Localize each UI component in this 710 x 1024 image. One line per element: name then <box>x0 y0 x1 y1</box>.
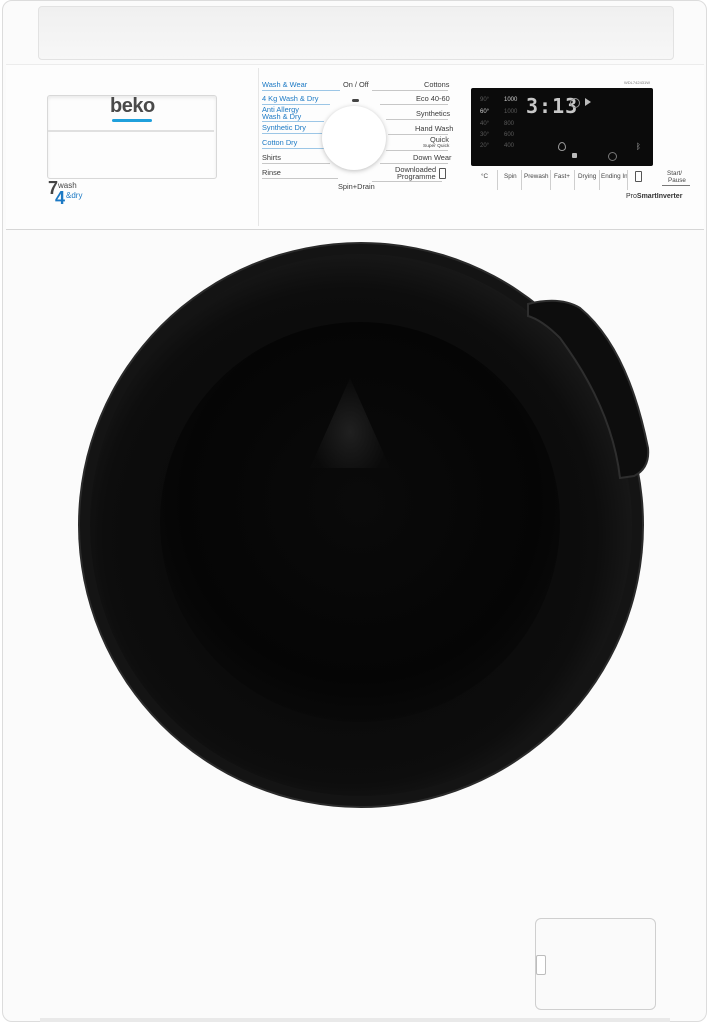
brand-logo: beko <box>110 95 155 117</box>
inverter-prefix: Pro <box>626 193 637 200</box>
programme-line <box>380 104 448 105</box>
programme-line <box>386 150 448 151</box>
programme-quick[interactable]: Quick <box>430 136 449 144</box>
programme-line <box>262 163 330 164</box>
temperature-button[interactable]: °C <box>481 173 488 180</box>
programme-line <box>372 90 448 91</box>
machine-base <box>40 1018 670 1022</box>
top-lid <box>38 6 674 60</box>
drop-icon <box>558 142 566 151</box>
door-glass <box>160 322 560 722</box>
power-icon <box>608 152 617 161</box>
ending-in-button[interactable]: Ending In <box>601 173 628 180</box>
spin-1000: 1000 <box>504 109 518 115</box>
programme-hand-wash[interactable]: Hand Wash <box>415 125 453 133</box>
programme-wash-and-wear[interactable]: Wash & Wear <box>262 81 307 89</box>
spin-drain-label: Spin+Drain <box>338 182 375 191</box>
wifi-icon <box>570 98 580 108</box>
programme-line <box>262 133 322 134</box>
bluetooth-icon: ᛒ <box>636 142 641 151</box>
button-separator <box>599 170 600 190</box>
on-off-label: On / Off <box>343 80 369 89</box>
programme-eco-40-60[interactable]: Eco 40-60 <box>416 95 450 103</box>
button-separator <box>521 170 522 190</box>
temp-30: 30° <box>480 132 490 138</box>
programme-line <box>262 90 340 91</box>
knob-indicator <box>352 99 359 102</box>
button-separator <box>574 170 575 190</box>
programme-synthetic-dry[interactable]: Synthetic Dry <box>262 124 306 132</box>
programme-line <box>262 121 324 122</box>
temp-20: 20° <box>480 143 490 149</box>
programme-shirts[interactable]: Shirts <box>262 154 281 162</box>
logo-swoosh <box>112 119 152 122</box>
dry-label: &dry <box>66 191 83 200</box>
fast-plus-button[interactable]: Fast+ <box>554 173 570 180</box>
play-icon <box>585 98 591 106</box>
dry-capacity: 4 <box>55 188 66 208</box>
programme-cottons[interactable]: Cottons <box>424 81 449 89</box>
model-number: WDL742431W <box>624 80 651 85</box>
start-pause-underline <box>662 185 690 186</box>
start-pause-button-sub[interactable]: Pause <box>668 177 686 184</box>
panel-divider <box>258 68 259 226</box>
filter-hatch[interactable] <box>535 918 656 1010</box>
drying-button[interactable]: Drying <box>578 173 596 180</box>
programme-rinse[interactable]: Rinse <box>262 169 281 177</box>
programme-synthetics[interactable]: Synthetics <box>416 110 450 118</box>
temp-60: 60° <box>480 109 490 115</box>
programme-downloaded-sub[interactable]: Programme <box>397 173 436 181</box>
programme-line <box>262 148 324 149</box>
phone-icon <box>439 168 446 179</box>
programme-line <box>262 178 338 179</box>
hatch-notch <box>536 955 546 975</box>
temp-90: 90° <box>480 97 490 103</box>
remote-icon <box>635 171 642 182</box>
drawer-edge <box>48 130 214 132</box>
prewash-button[interactable]: Prewash <box>524 173 549 180</box>
button-separator <box>497 170 498 190</box>
spin-1000-top: 1000 <box>504 97 518 103</box>
programme-super-quick[interactable]: Super Quick <box>423 144 449 149</box>
lock-icon <box>572 153 577 158</box>
programme-selector-knob[interactable] <box>322 106 386 170</box>
door-handle[interactable] <box>520 298 652 480</box>
smart-inverter-badge: ProSmartInverter <box>626 193 682 200</box>
spin-800: 800 <box>504 121 515 127</box>
capacity-badge: 7 wash 4 &dry <box>48 178 108 208</box>
inverter-bold: SmartInverter <box>636 193 683 200</box>
programme-4kg-wash-dry[interactable]: 4 Kg Wash & Dry <box>262 95 318 103</box>
programme-anti-allergy-sub[interactable]: Wash & Dry <box>262 113 301 121</box>
button-separator <box>550 170 551 190</box>
programme-cotton-dry[interactable]: Cotton Dry <box>262 139 297 147</box>
spin-button[interactable]: Spin <box>504 173 517 180</box>
programme-line <box>380 163 448 164</box>
programme-line <box>386 119 448 120</box>
programme-line <box>372 181 442 182</box>
button-separator <box>627 170 628 190</box>
programme-down-wear[interactable]: Down Wear <box>413 154 451 162</box>
start-pause-button[interactable]: Start/ <box>667 170 682 177</box>
spin-400: 400 <box>504 143 515 149</box>
spin-600: 600 <box>504 132 515 138</box>
temp-40: 40° <box>480 121 490 127</box>
